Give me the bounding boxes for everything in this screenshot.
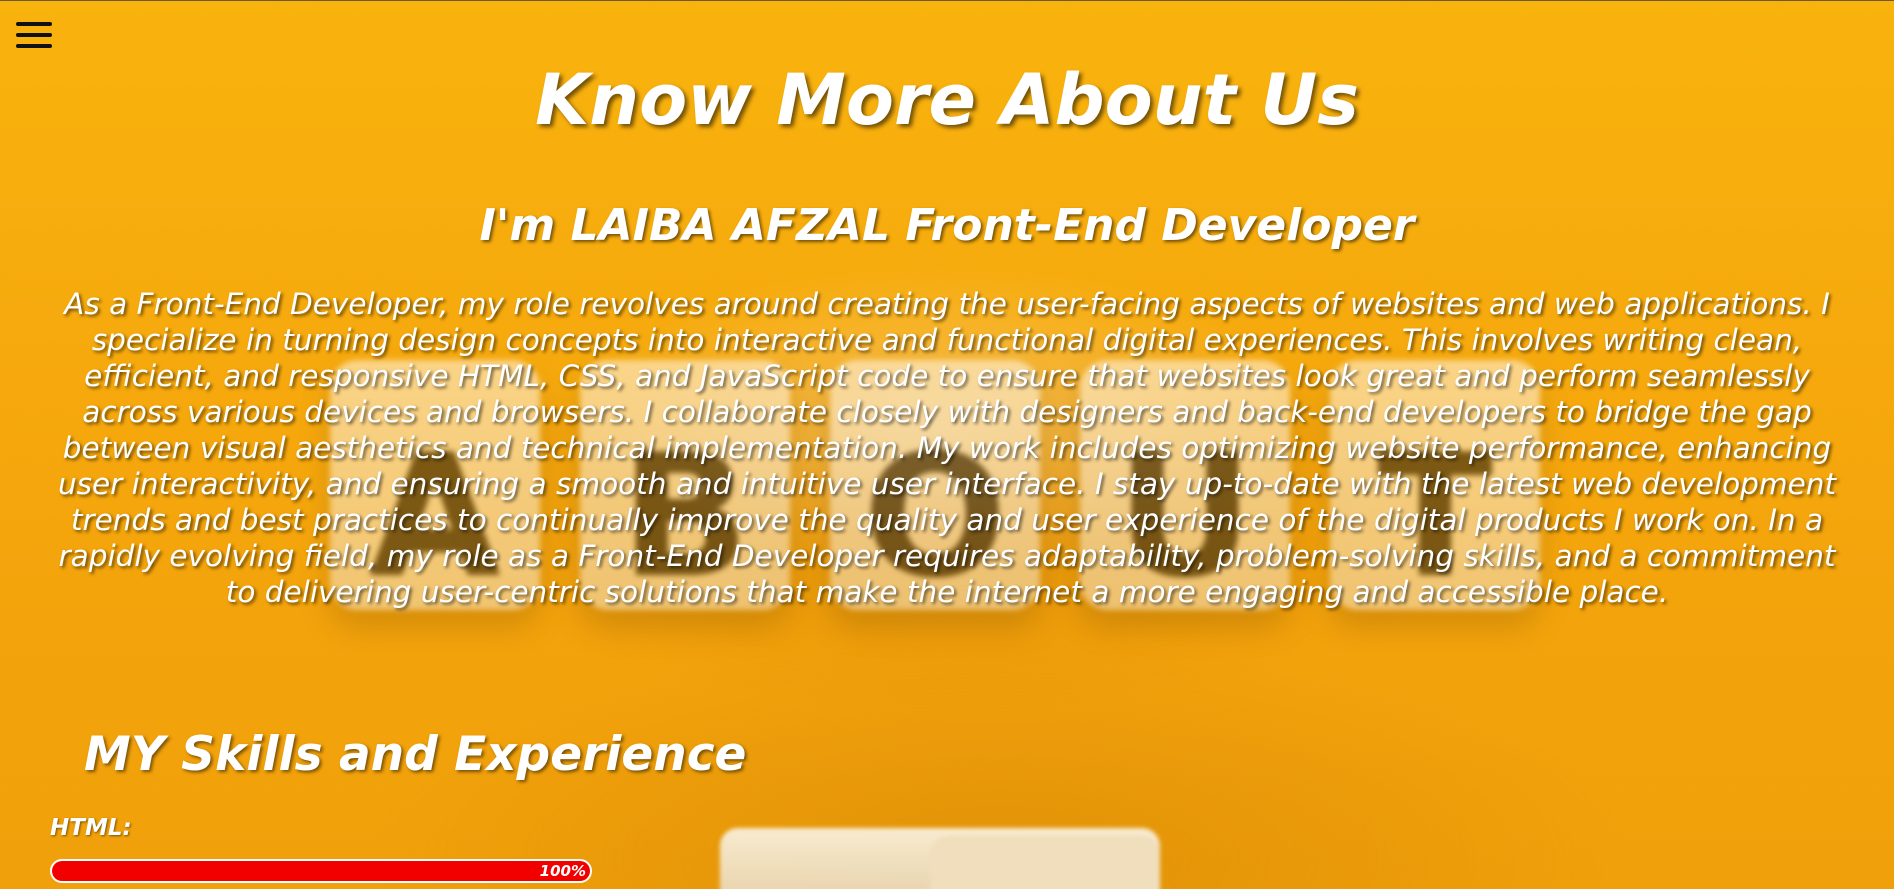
skill-progress-bar-html: 100% <box>50 859 592 883</box>
skill-progress-value: 100% <box>539 862 586 880</box>
top-border <box>0 0 1894 1</box>
skill-label-html: HTML: <box>50 815 132 841</box>
background-block-bottom-face <box>930 836 1160 889</box>
menu-bar <box>16 44 52 48</box>
intro-heading: I'm LAIBA AFZAL Front-End Developer <box>479 200 1415 251</box>
skills-heading: MY Skills and Experience <box>84 727 747 782</box>
menu-bar <box>16 33 52 37</box>
intro-paragraph: As a Front-End Developer, my role revolv… <box>57 287 1837 609</box>
page-title: Know More About Us <box>535 59 1359 141</box>
skill-progress-fill <box>52 861 590 881</box>
hamburger-menu-icon[interactable] <box>16 20 52 50</box>
background-block-bottom <box>720 828 1160 889</box>
menu-bar <box>16 22 52 26</box>
